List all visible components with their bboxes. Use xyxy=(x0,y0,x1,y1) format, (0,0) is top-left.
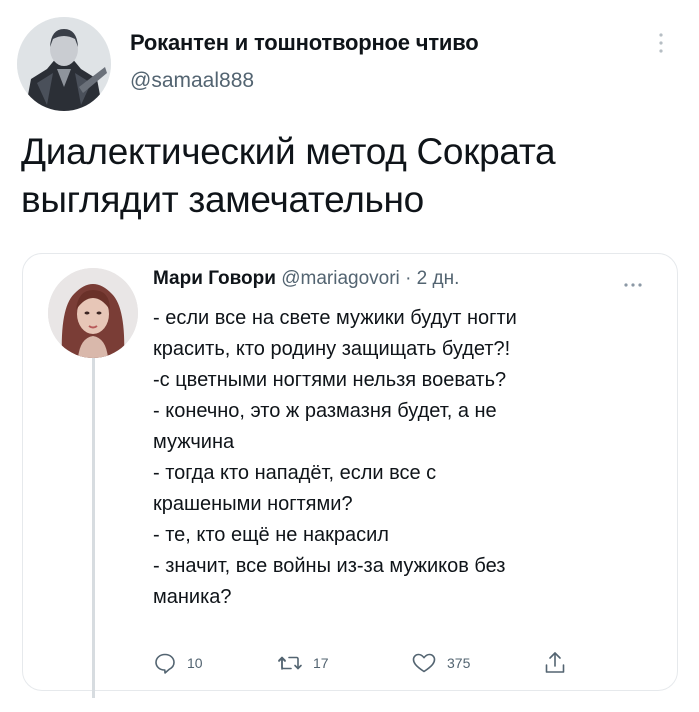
reply-count: 10 xyxy=(187,655,203,671)
reply-button[interactable]: 10 xyxy=(153,648,203,678)
quoted-timestamp[interactable]: 2 дн. xyxy=(417,268,460,289)
retweet-button[interactable]: 17 xyxy=(277,648,329,678)
share-icon xyxy=(543,650,567,676)
quoted-text-line: мужчина xyxy=(153,431,235,453)
thread-line xyxy=(92,358,95,698)
tweet-text-line: выглядит замечательно xyxy=(21,179,424,220)
quoted-text-line: -с цветными ногтями нельзя воевать? xyxy=(153,369,507,391)
retweet-count: 17 xyxy=(313,655,329,671)
quoted-author-name[interactable]: Мари Говори xyxy=(153,268,276,289)
more-icon[interactable] xyxy=(654,30,668,58)
quoted-author-avatar[interactable] xyxy=(48,268,138,358)
quoted-text-line: крашеными ногтями? xyxy=(153,493,353,515)
tweet-text: Диалектический метод Сократа выглядит за… xyxy=(21,128,671,224)
quoted-text-line: - если все на свете мужики будут ногти xyxy=(153,307,517,329)
author-handle[interactable]: @samaal888 xyxy=(130,69,254,93)
more-icon[interactable] xyxy=(622,276,644,287)
quoted-text-line: маника? xyxy=(153,586,232,608)
quoted-text-line: красить, кто родину защищать будет?! xyxy=(153,338,511,360)
quoted-text-line: - те, кто ещё не накрасил xyxy=(153,524,389,546)
quoted-author-handle[interactable]: @mariagovori xyxy=(281,268,400,289)
like-count: 375 xyxy=(447,655,471,671)
quoted-header: Мари Говори @mariagovori · 2 дн. xyxy=(153,268,459,290)
tweet-text-line: Диалектический метод Сократа xyxy=(21,131,556,172)
action-bar: 10 17 375 xyxy=(153,648,593,678)
reply-icon xyxy=(153,651,177,675)
quoted-text-line: - значит, все войны из-за мужиков без xyxy=(153,555,506,577)
retweet-icon xyxy=(277,651,303,675)
author-name[interactable]: Рокантен и тошнотворное чтиво xyxy=(130,30,479,56)
quoted-text-line: - тогда кто нападёт, если все с xyxy=(153,462,437,484)
quoted-text-line: - конечно, это ж размазня будет, а не xyxy=(153,400,497,422)
heart-icon xyxy=(411,651,437,675)
separator-dot: · xyxy=(405,268,412,289)
share-button[interactable] xyxy=(543,648,567,678)
quoted-tweet-text: - если все на свете мужики будут ногти к… xyxy=(153,303,663,613)
like-button[interactable]: 375 xyxy=(411,648,470,678)
author-avatar[interactable] xyxy=(17,17,111,111)
